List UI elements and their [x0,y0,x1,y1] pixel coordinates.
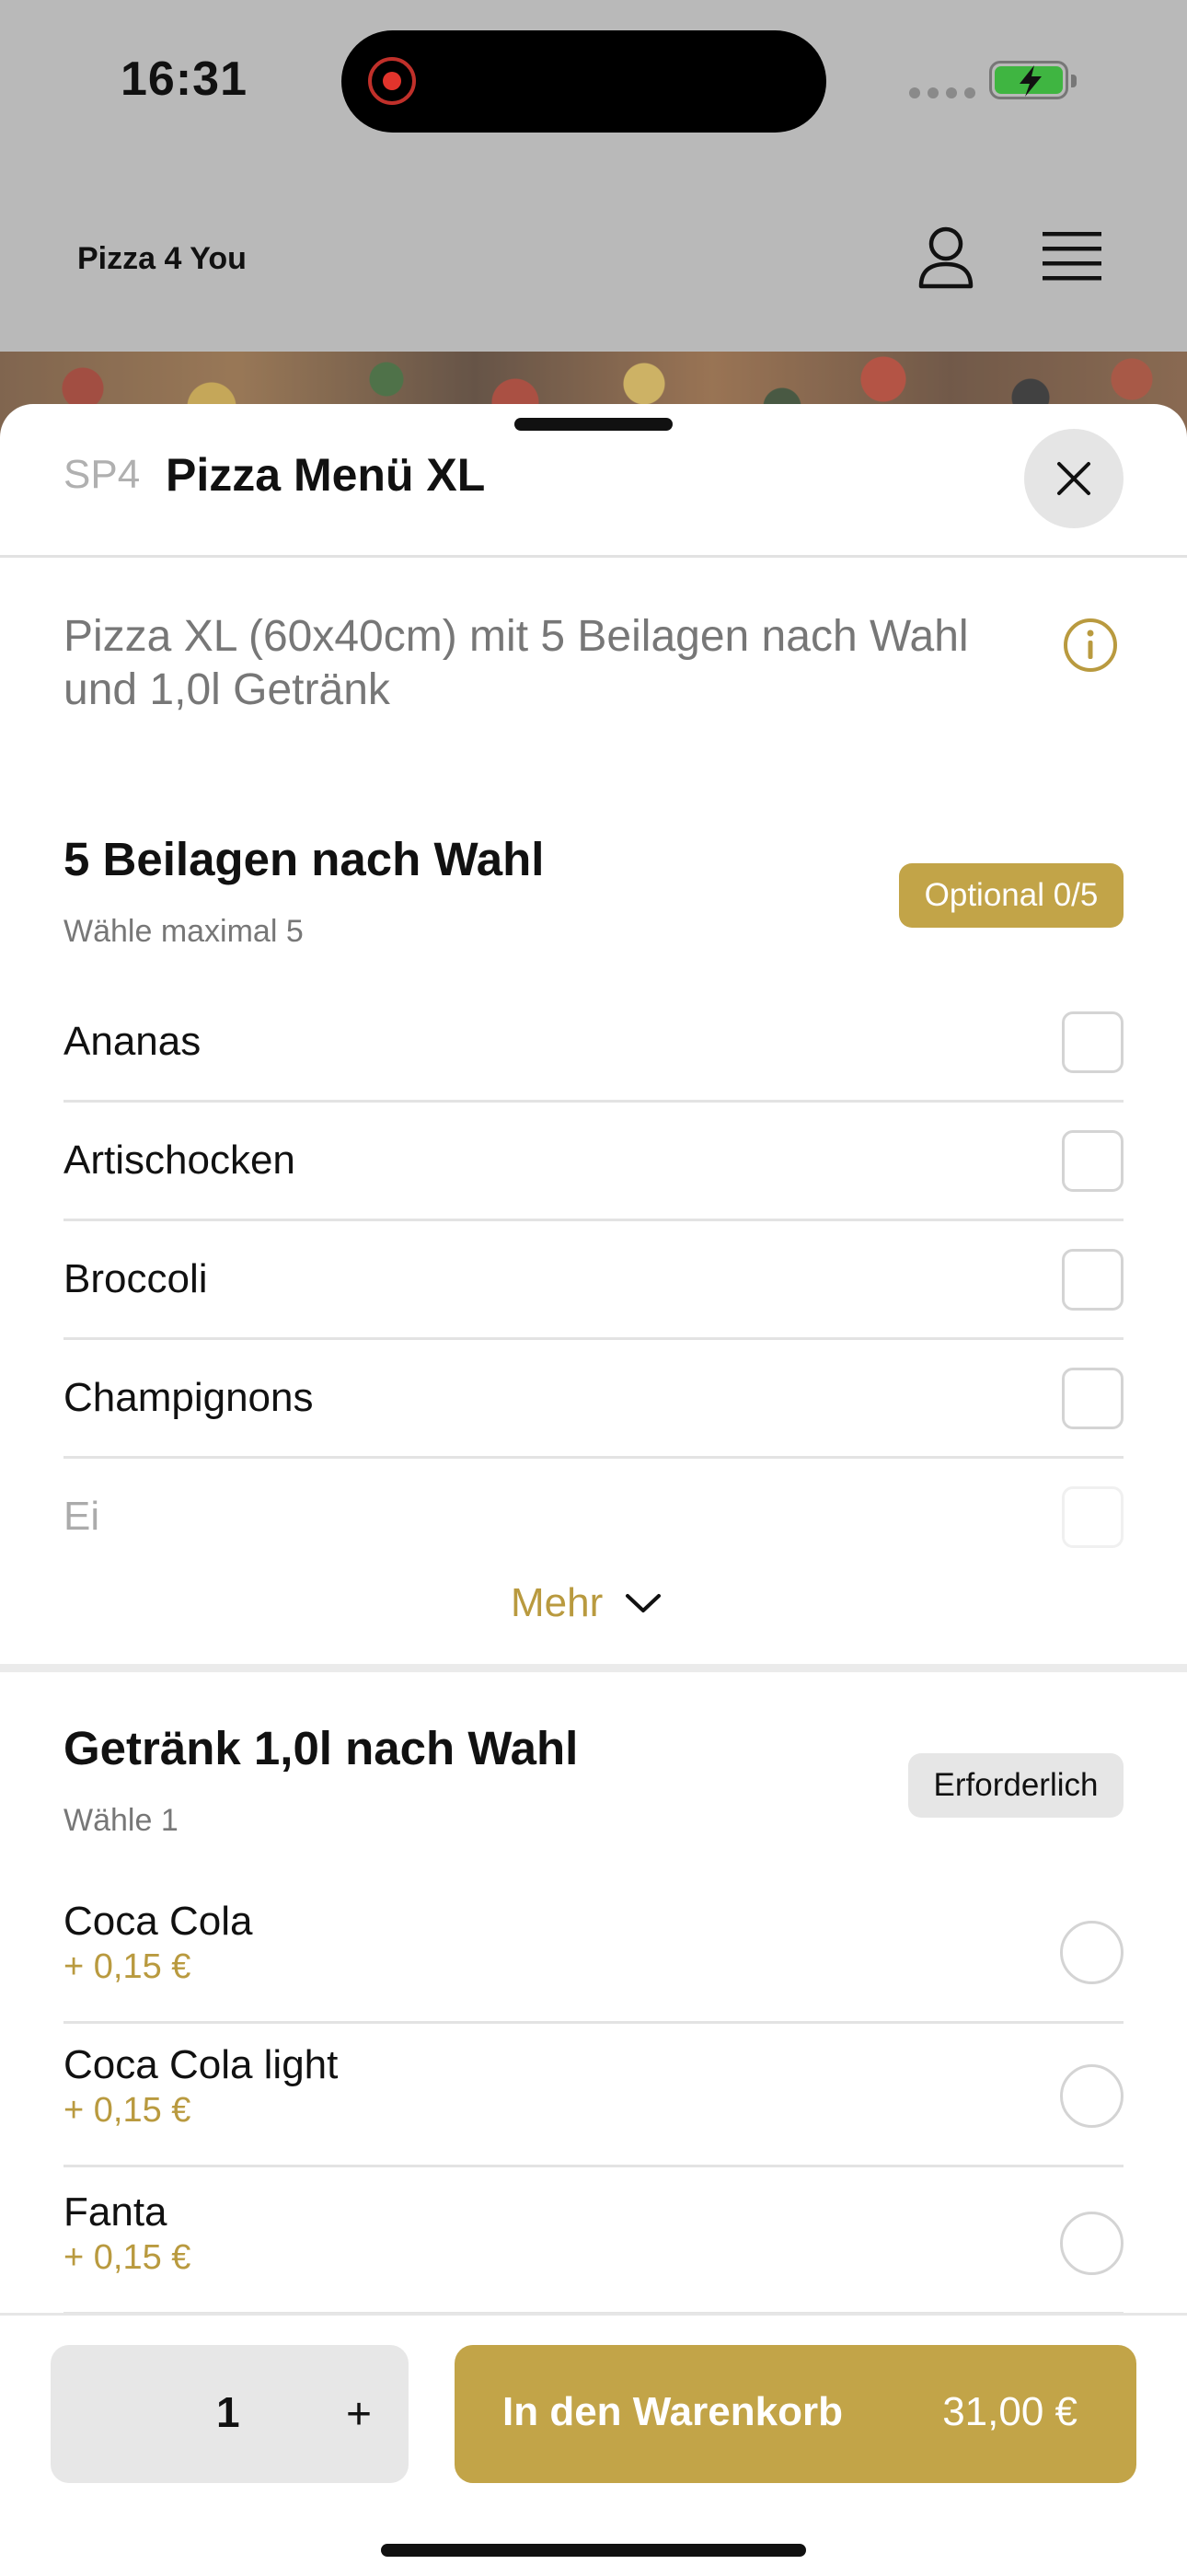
add-to-cart-button[interactable]: In den Warenkorb 31,00 € [455,2345,1136,2483]
signal-icon [909,87,975,98]
topping-option[interactable]: Champignons [63,1340,1124,1459]
topping-label: Ei [63,1494,100,1539]
info-icon[interactable] [1063,618,1118,673]
toppings-title: 5 Beilagen nach Wahl [63,833,545,885]
drinks-title: Getränk 1,0l nach Wahl [63,1722,579,1774]
required-badge: Erforderlich [908,1753,1124,1818]
more-button[interactable]: Mehr [511,1580,662,1626]
total-price: 31,00 € [942,2389,1078,2434]
product-code: SP4 [63,452,141,497]
more-label: Mehr [511,1580,604,1625]
increase-quantity-button[interactable]: + [327,2374,391,2454]
screen-recording-icon [368,57,416,105]
drink-label: Fanta [63,2189,167,2235]
chevron-down-icon [626,1594,662,1612]
drinks-subtitle: Wähle 1 [63,1803,179,1838]
topping-checkbox[interactable] [1062,1486,1124,1548]
drink-radio[interactable] [1060,1921,1124,1984]
home-indicator [381,2544,806,2557]
drink-label: Coca Cola light [63,2042,339,2087]
toppings-subtitle: Wähle maximal 5 [63,914,304,949]
quantity-value: 1 [216,2388,240,2436]
drink-option[interactable]: Coca Cola light + 0,15 € [63,2024,1124,2167]
product-sheet: SP4 Pizza Menü XL Pizza XL (60x40cm) mit… [0,404,1187,2573]
optional-badge: Optional 0/5 [899,863,1124,928]
topping-option[interactable]: Broccoli [63,1221,1124,1340]
status-bar: 16:31 [0,0,1187,166]
topping-checkbox[interactable] [1062,1368,1124,1429]
close-button[interactable] [1024,429,1124,528]
battery-icon [989,61,1077,99]
add-to-cart-label: In den Warenkorb [502,2389,843,2434]
topping-option[interactable]: Artischocken [63,1103,1124,1221]
topping-option[interactable]: Ananas [63,984,1124,1103]
topping-label: Broccoli [63,1256,208,1301]
brand-name[interactable]: Pizza 4 You [77,241,247,277]
topping-checkbox[interactable] [1062,1130,1124,1192]
drink-radio[interactable] [1060,2064,1124,2128]
drink-radio[interactable] [1060,2212,1124,2275]
topping-checkbox[interactable] [1062,1011,1124,1073]
drink-label: Coca Cola [63,1899,253,1944]
section-divider [0,1664,1187,1672]
drink-option[interactable]: Fanta + 0,15 € [63,2167,1124,2315]
topping-label: Artischocken [63,1138,295,1183]
topping-label: Champignons [63,1375,314,1420]
topping-checkbox[interactable] [1062,1249,1124,1311]
bottom-bar: 1 + In den Warenkorb 31,00 € [0,2313,1187,2576]
drink-price: + 0,15 € [63,1947,191,1986]
sheet-header: SP4 Pizza Menü XL [0,404,1187,558]
status-time: 16:31 [121,52,248,106]
close-icon [1057,462,1090,495]
menu-icon[interactable] [1043,230,1101,283]
drink-price: + 0,15 € [63,2238,191,2277]
drink-price: + 0,15 € [63,2091,191,2130]
topping-option[interactable]: Ei [63,1459,1124,1560]
topping-label: Ananas [63,1019,202,1064]
product-title: Pizza Menü XL [166,449,486,501]
product-description: Pizza XL (60x40cm) mit 5 Beilagen nach W… [63,612,969,714]
quantity-stepper[interactable]: 1 + [51,2345,409,2483]
user-icon[interactable] [917,225,974,290]
drink-option[interactable]: Coca Cola + 0,15 € [63,1877,1124,2024]
